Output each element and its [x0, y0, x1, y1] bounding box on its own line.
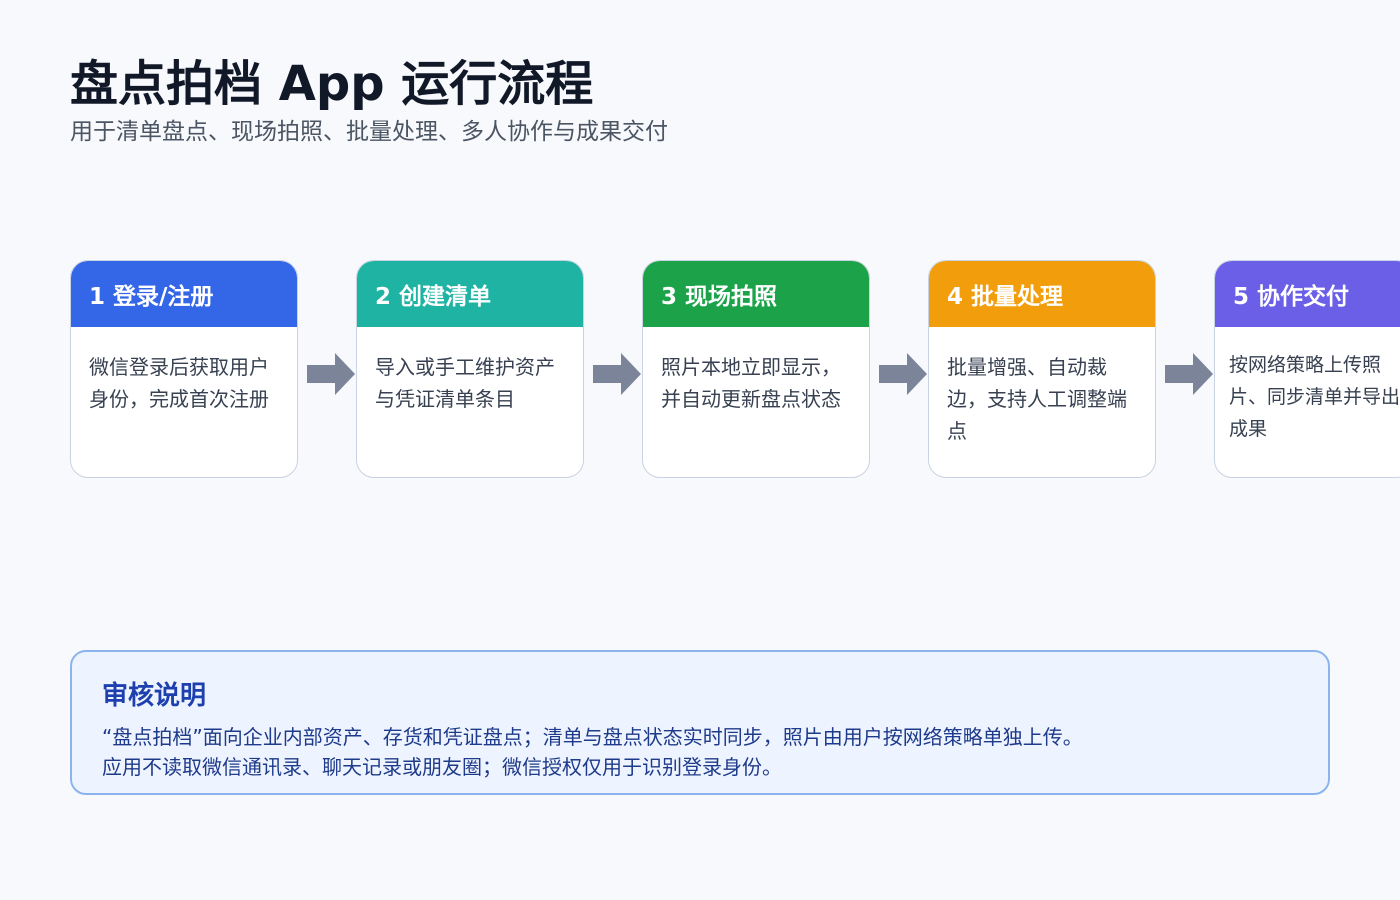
step-desc-batch: 批量增强、自动裁边，支持人工调整端点: [947, 355, 1127, 443]
review-text-line: “盘点拍档”面向企业内部资产、存货和凭证盘点；清单与盘点状态实时同步，照片由用户…: [102, 725, 1083, 749]
step-header-create-list: 2 创建清单: [357, 261, 583, 327]
step-desc-deliver: 按网络策略上传照片、同步清单并导出成果: [1229, 354, 1400, 440]
flow-arrow-icon: [307, 353, 355, 395]
step-desc-login: 微信登录后获取用户身份，完成首次注册: [89, 355, 269, 411]
step-card-batch: 4 批量处理 批量增强、自动裁边，支持人工调整端点: [928, 260, 1156, 478]
step-card-deliver: 5 协作交付 按网络策略上传照片、同步清单并导出成果: [1214, 260, 1400, 478]
flow-arrow-icon: [1165, 353, 1213, 395]
arrow-shape: [879, 353, 927, 395]
arrow-shape: [1165, 353, 1213, 395]
review-text-line: 应用不读取微信通讯录、聊天记录或朋友圈；微信授权仅用于识别登录身份。: [102, 755, 782, 779]
flow-arrow-icon: [879, 353, 927, 395]
step-header-deliver: 5 协作交付: [1215, 261, 1400, 327]
page-subtitle: 用于清单盘点、现场拍照、批量处理、多人协作与成果交付: [70, 119, 668, 145]
review-panel: 审核说明 “盘点拍档”面向企业内部资产、存货和凭证盘点；清单与盘点状态实时同步，…: [70, 650, 1330, 795]
step-card-login: 1 登录/注册 微信登录后获取用户身份，完成首次注册: [70, 260, 298, 478]
step-card-photo: 3 现场拍照 照片本地立即显示，并自动更新盘点状态: [642, 260, 870, 478]
step-card-create-list: 2 创建清单 导入或手工维护资产与凭证清单条目: [356, 260, 584, 478]
flow-arrow-icon: [593, 353, 641, 395]
arrow-shape: [593, 353, 641, 395]
step-header-photo: 3 现场拍照: [643, 261, 869, 327]
step-desc-photo: 照片本地立即显示，并自动更新盘点状态: [661, 355, 841, 411]
step-header-batch: 4 批量处理: [929, 261, 1155, 327]
step-header-login: 1 登录/注册: [71, 261, 297, 327]
page-title: 盘点拍档 App 运行流程: [70, 56, 594, 112]
review-title: 审核说明: [102, 681, 207, 711]
step-desc-create-list: 导入或手工维护资产与凭证清单条目: [375, 355, 555, 411]
arrow-shape: [307, 353, 355, 395]
